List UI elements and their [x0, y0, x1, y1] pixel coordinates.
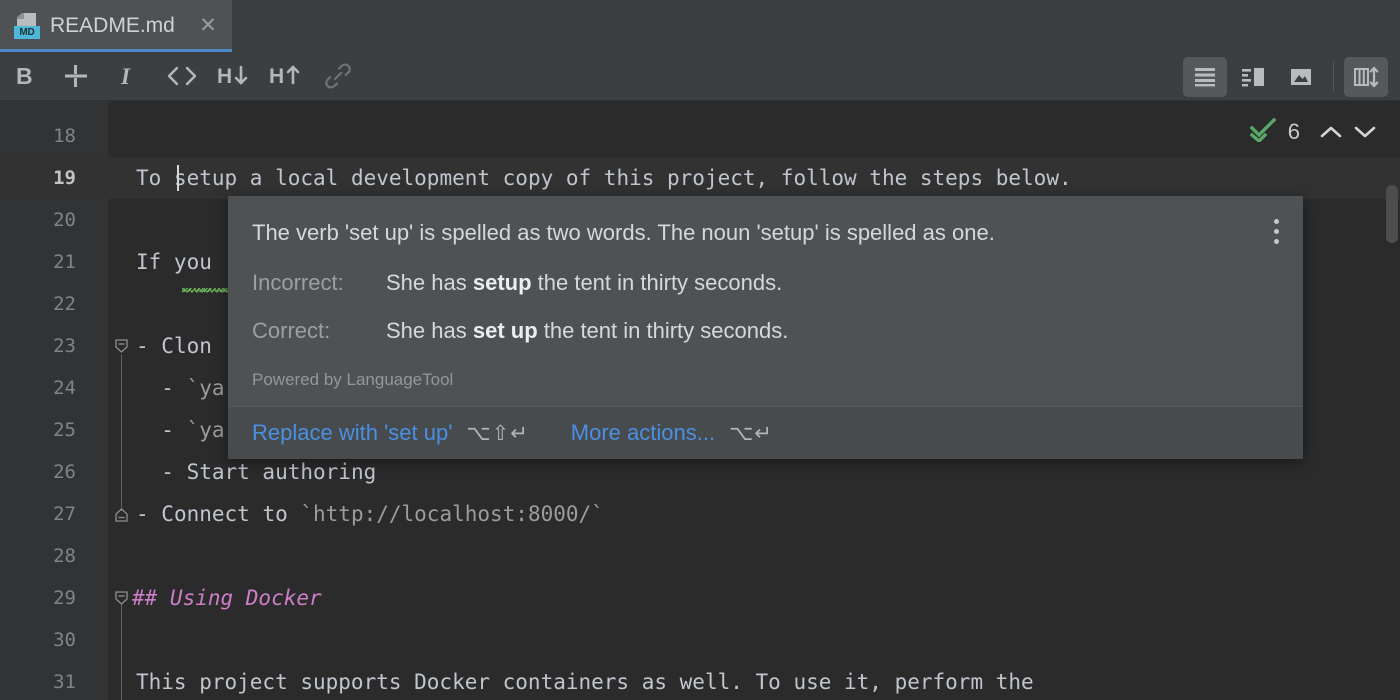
toggle-soft-wrap-button[interactable]	[1344, 57, 1388, 97]
line27-code-url: `http://localhost:8000/`	[300, 502, 603, 526]
correct-prefix: She has	[386, 318, 473, 343]
example-text-incorrect: She has setup the tent in thirty seconds…	[386, 270, 782, 296]
more-actions-label[interactable]: More actions...	[571, 420, 715, 446]
inspection-problem-count: 6	[1288, 119, 1300, 145]
incorrect-prefix: She has	[386, 270, 473, 295]
line-number: 26	[0, 451, 76, 493]
line26-bullet: -	[136, 460, 187, 484]
svg-text:B: B	[16, 63, 33, 89]
replace-action-shortcut: ⌥⇧↵	[466, 421, 528, 445]
line27-before: Connect to	[161, 502, 300, 526]
line-number: 18	[0, 115, 76, 157]
editor-line: 31 This project supports Docker containe…	[0, 661, 1400, 700]
incorrect-emphasis: setup	[473, 270, 532, 295]
strikethrough-button[interactable]	[52, 52, 104, 100]
more-actions-shortcut: ⌥↵	[729, 421, 773, 445]
line-number: 28	[0, 535, 76, 577]
line-number-current: 19	[0, 157, 76, 199]
ide-editor-window: MD README.md ✕ B I	[0, 0, 1400, 700]
line-23-text: - Clon	[136, 325, 212, 367]
text-caret	[177, 165, 179, 191]
tooltip-powered-by: Powered by LanguageTool	[252, 370, 1279, 390]
toolbar-divider	[1333, 62, 1334, 92]
line25-bullet: -	[136, 418, 187, 442]
line-number: 23	[0, 325, 76, 367]
editor-view-modes	[1181, 56, 1390, 98]
tooltip-body: The verb 'set up' is spelled as two word…	[228, 196, 1303, 406]
editor-line-current[interactable]: 19 To setup a local development copy of …	[0, 157, 1400, 199]
line-number: 30	[0, 619, 76, 661]
line-21-text: If you	[136, 241, 212, 283]
editor-line: 27 - Connect to `http://localhost:8000/`	[0, 493, 1400, 535]
tooltip-action-bar: Replace with 'set up' ⌥⇧↵ More actions..…	[228, 406, 1303, 459]
example-label-incorrect: Incorrect:	[252, 270, 386, 296]
replace-with-suggestion-action[interactable]: Replace with 'set up' ⌥⇧↵	[252, 420, 529, 446]
example-label-correct: Correct:	[252, 318, 386, 344]
next-problem-icon[interactable]	[1348, 115, 1382, 149]
example-text-correct: She has set up the tent in thirty second…	[386, 318, 788, 344]
tooltip-more-options-icon[interactable]	[1263, 216, 1289, 246]
inspection-status-double-check-icon	[1250, 116, 1280, 148]
svg-text:I: I	[120, 64, 131, 89]
view-preview-button[interactable]	[1279, 57, 1323, 97]
heading-decrease-button[interactable]: H	[208, 52, 260, 100]
replace-action-label[interactable]: Replace with 'set up'	[252, 420, 452, 446]
line23-content: Clon	[161, 334, 212, 358]
line-27-text: - Connect to `http://localhost:8000/`	[136, 493, 604, 535]
grammar-inspection-tooltip: The verb 'set up' is spelled as two word…	[228, 196, 1303, 459]
line23-bullet: -	[136, 334, 161, 358]
line-29-text: ## Using Docker	[132, 577, 322, 619]
line-number: 22	[0, 283, 76, 325]
line-number: 25	[0, 409, 76, 451]
line19-misspelled-word[interactable]: setup	[174, 166, 237, 190]
markdown-badge-label: MD	[14, 26, 40, 39]
italic-button[interactable]: I	[104, 52, 156, 100]
link-button[interactable]	[312, 52, 364, 100]
editor-tab-title: README.md	[50, 14, 175, 38]
line19-before: To	[136, 166, 174, 190]
incorrect-suffix: the tent in thirty seconds.	[532, 270, 783, 295]
heading-increase-button[interactable]: H	[260, 52, 312, 100]
line-number: 27	[0, 493, 76, 535]
line24-bullet: -	[136, 376, 187, 400]
line26-content: Start authoring	[187, 460, 377, 484]
inspection-widget[interactable]: 6	[1250, 115, 1382, 149]
line-24-text: - `yar	[136, 367, 237, 409]
previous-problem-icon[interactable]	[1314, 115, 1348, 149]
tooltip-message: The verb 'set up' is spelled as two word…	[252, 218, 1279, 248]
line-19-text: To setup a local development copy of thi…	[136, 157, 1072, 199]
bold-button[interactable]: B	[0, 52, 52, 100]
code-button[interactable]	[156, 52, 208, 100]
line-number: 31	[0, 661, 76, 700]
line19-after: a local development copy of this project…	[237, 166, 1071, 190]
editor-line: 30	[0, 619, 1400, 661]
example-row-correct: Correct: She has set up the tent in thir…	[252, 318, 1279, 344]
line-25-text: - `yar	[136, 409, 237, 451]
line-number: 21	[0, 241, 76, 283]
line-number: 20	[0, 199, 76, 241]
markdown-format-actions: B I H	[0, 52, 364, 100]
close-tab-icon[interactable]: ✕	[196, 14, 220, 38]
line-number: 29	[0, 577, 76, 619]
more-actions-action[interactable]: More actions... ⌥↵	[571, 420, 773, 446]
vertical-scrollbar-thumb[interactable]	[1386, 185, 1398, 243]
editor-tab-bar: MD README.md ✕	[0, 0, 1400, 52]
markdown-file-icon: MD	[14, 12, 40, 40]
correct-suffix: the tent in thirty seconds.	[538, 318, 789, 343]
editor-line: 28	[0, 535, 1400, 577]
example-row-incorrect: Incorrect: She has setup the tent in thi…	[252, 270, 1279, 296]
view-split-button[interactable]	[1231, 57, 1275, 97]
view-editor-only-button[interactable]	[1183, 57, 1227, 97]
svg-text:H: H	[217, 65, 232, 88]
line29-markdown-heading: ## Using Docker	[132, 586, 322, 610]
editor-line: 18	[0, 115, 1400, 157]
editor-line: 29 ## Using Docker	[0, 577, 1400, 619]
line-31-text: This project supports Docker containers …	[136, 661, 1034, 700]
line27-bullet: -	[136, 502, 161, 526]
correct-emphasis: set up	[473, 318, 538, 343]
svg-text:H: H	[269, 65, 284, 88]
line-number: 24	[0, 367, 76, 409]
markdown-toolbar: B I H	[0, 52, 1400, 101]
